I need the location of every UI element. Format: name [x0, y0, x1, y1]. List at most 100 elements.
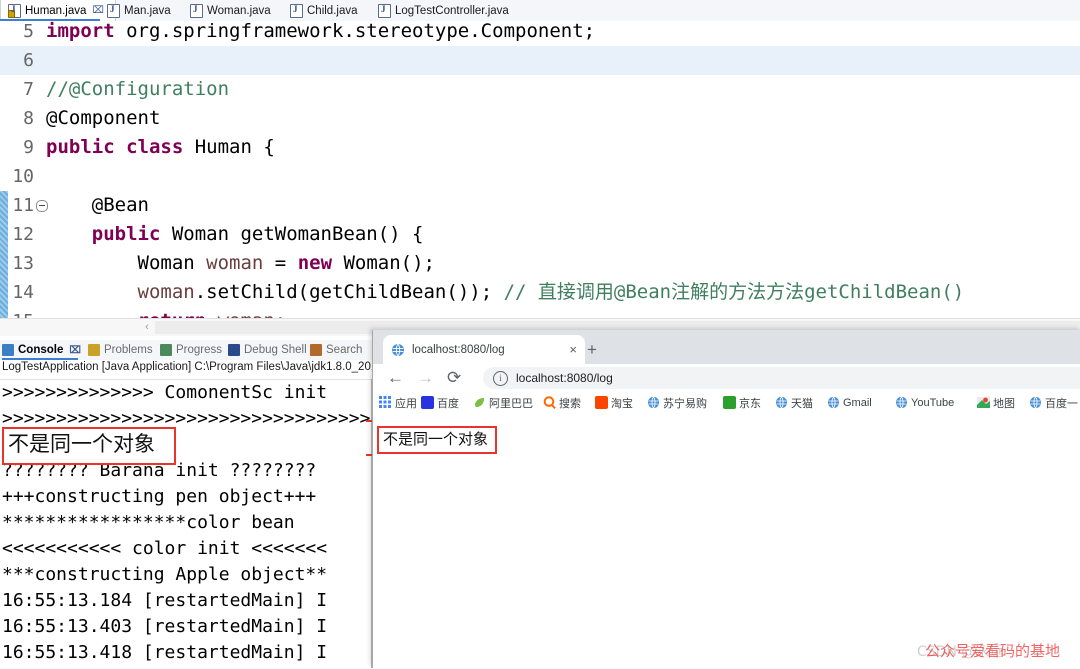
bookmark-label: 京东	[739, 397, 761, 410]
bookmark-label: 应用	[395, 397, 417, 410]
bookmark-label: 苏宁易购	[663, 397, 707, 410]
console-view-tab-progress[interactable]: Progress	[160, 340, 228, 360]
bookmark-Gmail[interactable]: Gmail	[827, 394, 872, 411]
code-token: Woman getWomanBean() {	[171, 223, 424, 245]
console-output-line: <<<<<<<<<<< color init <<<<<<<	[2, 538, 328, 559]
editor-tab-bar: Human.java⌧Man.javaWoman.javaChild.javaL…	[0, 0, 1080, 22]
code-line[interactable]: 11 @Bean	[0, 191, 1080, 220]
globe-icon	[647, 396, 660, 409]
debug-shell-icon	[228, 344, 240, 356]
code-line[interactable]: 7 //@Configuration	[0, 75, 1080, 104]
code-text: @Bean	[46, 191, 149, 220]
code-token: new	[297, 252, 344, 274]
new-tab-button[interactable]: +	[587, 341, 597, 358]
code-token: public class	[46, 136, 195, 158]
code-text: woman.setChild(getChildBean()); // 直接调用@…	[46, 278, 965, 307]
maps-icon	[977, 396, 990, 409]
bookmark-label: YouTube	[911, 396, 955, 409]
bookmark-搜索[interactable]: 搜索	[543, 394, 581, 411]
code-token: Woman();	[343, 252, 435, 274]
forward-button[interactable]: →	[417, 369, 434, 387]
bookmark-label: 百度	[437, 397, 459, 410]
bookmark-label: 天猫	[791, 397, 813, 410]
reload-button[interactable]: ⟳	[447, 369, 461, 387]
browser-tab-strip: localhost:8080/log × +	[373, 330, 1080, 364]
editor-tab-logtestcontroller-java[interactable]: LogTestController.java	[371, 0, 545, 21]
line-number: 10	[12, 166, 34, 187]
search-circle-icon	[543, 396, 556, 409]
page-body-text: 不是同一个对象	[383, 430, 489, 448]
code-token: return	[46, 310, 218, 318]
code-token: =	[274, 252, 298, 274]
code-line[interactable]: 12 public Woman getWomanBean() {	[0, 220, 1080, 249]
scroll-left-arrow-icon[interactable]: ‹	[140, 321, 154, 334]
address-bar[interactable]: i localhost:8080/log	[483, 367, 1080, 389]
bookmark-淘宝[interactable]: 淘宝	[595, 394, 633, 411]
bookmark-天猫[interactable]: 天猫	[775, 394, 813, 411]
bookmark-百度一[interactable]: 百度一	[1029, 394, 1078, 411]
java-file-icon	[8, 3, 21, 18]
code-token: //@Configuration	[46, 78, 230, 100]
code-line[interactable]: 14 woman.setChild(getChildBean()); // 直接…	[0, 278, 1080, 307]
site-info-icon[interactable]: i	[493, 370, 508, 386]
java-file-icon	[107, 3, 120, 18]
console-view-tab-search[interactable]: Search	[310, 340, 368, 360]
page-content: 不是同一个对象	[373, 413, 1080, 668]
code-token: woman	[206, 252, 275, 274]
jd-icon	[723, 396, 736, 409]
editor-tab-woman-java[interactable]: Woman.java	[183, 0, 297, 21]
bookmark-苏宁易购[interactable]: 苏宁易购	[647, 394, 707, 411]
globe-icon	[1029, 396, 1042, 409]
search-icon	[310, 344, 322, 356]
code-editor-area[interactable]: 5 import org.springframework.stereotype.C…	[0, 21, 1080, 318]
baidu-icon	[421, 396, 434, 409]
editor-tab-label: Woman.java	[207, 4, 271, 17]
code-text: @Component	[46, 104, 160, 133]
code-text: Woman woman = new Woman();	[46, 249, 435, 278]
code-line[interactable]: 13 Woman woman = new Woman();	[0, 249, 1080, 278]
browser-tab-title: localhost:8080/log	[412, 343, 505, 356]
close-icon[interactable]: ×	[569, 342, 577, 357]
console-output[interactable]: >>>>>>>>>>>>>> ComonentSc init >>>>>>>>>>…	[0, 379, 372, 669]
java-file-icon	[190, 3, 203, 18]
code-line[interactable]: 8 @Component	[0, 104, 1080, 133]
console-view-tab-console[interactable]: Console ⌧	[2, 340, 81, 360]
bookmark-百度[interactable]: 百度	[421, 394, 459, 411]
bookmark-应用[interactable]: 应用	[379, 394, 417, 411]
editor-tab-child-java[interactable]: Child.java	[283, 0, 385, 21]
bookmark-京东[interactable]: 京东	[723, 394, 761, 411]
console-view-tab-problems[interactable]: Problems	[88, 340, 162, 360]
code-token: org.springframework.stereotype.Component…	[126, 21, 596, 42]
line-number: 8	[23, 108, 34, 129]
browser-toolbar: ← → ⟳ i localhost:8080/log	[373, 364, 1080, 392]
console-output-line: +++constructing pen object+++	[2, 486, 317, 507]
console-output-line: *****************color bean	[2, 512, 295, 533]
code-token: @Bean	[46, 194, 149, 216]
code-text: public Woman getWomanBean() {	[46, 220, 424, 249]
code-line[interactable]: 5 import org.springframework.stereotype.C…	[0, 21, 1080, 46]
console-output-line: >>>>>>>>>>>>>> ComonentSc init	[2, 382, 328, 403]
bookmark-YouTube[interactable]: YouTube	[895, 394, 954, 411]
close-icon[interactable]: ⌧	[69, 345, 81, 356]
code-line[interactable]: 9 public class Human {	[0, 133, 1080, 162]
code-token: public	[46, 223, 172, 245]
globe-icon	[775, 396, 788, 409]
code-text: return woman;	[46, 307, 287, 318]
globe-icon	[895, 396, 908, 409]
bookmark-label: 淘宝	[611, 397, 633, 410]
globe-icon	[391, 342, 405, 357]
code-line[interactable]: 6	[0, 46, 1080, 75]
bookmark-阿里巴巴[interactable]: 阿里巴巴	[473, 394, 533, 411]
browser-tab[interactable]: localhost:8080/log ×	[383, 335, 585, 364]
code-line[interactable]: 15 return woman;	[0, 307, 1080, 318]
apps-grid-icon	[379, 396, 392, 409]
console-view-tab-debug-shell[interactable]: Debug Shell	[228, 340, 316, 360]
lock-icon	[8, 9, 15, 18]
back-button[interactable]: ←	[387, 369, 404, 387]
code-line[interactable]: 10	[0, 162, 1080, 191]
console-launch-config: LogTestApplication [Java Application] C:…	[2, 361, 399, 373]
console-view-tab-label: Problems	[104, 344, 153, 356]
console-output-line: 16:55:13.403 [restartedMain] I	[2, 616, 328, 637]
bookmark-地图[interactable]: 地图	[977, 394, 1015, 411]
